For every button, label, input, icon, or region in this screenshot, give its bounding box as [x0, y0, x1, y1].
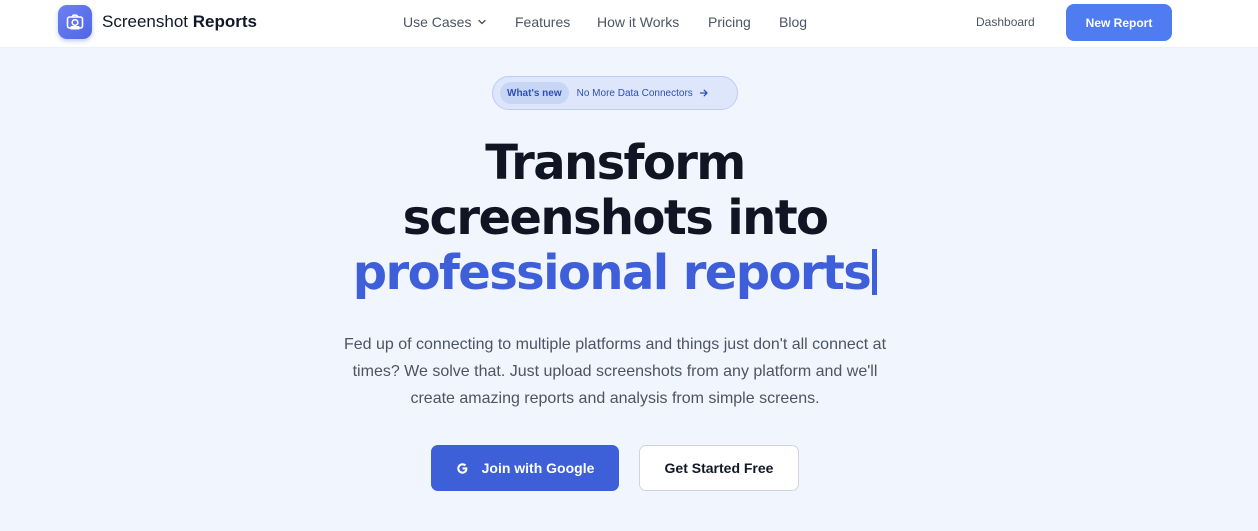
whats-new-badge[interactable]: What's new No More Data Connectors	[492, 76, 738, 110]
chevron-down-icon	[477, 17, 487, 27]
hero-description-line-1: Fed up of connecting to multiple platfor…	[343, 336, 887, 353]
nav-use-cases[interactable]: Use Cases	[403, 14, 487, 30]
typing-cursor	[872, 249, 878, 295]
hero-title: Transform screenshots into professional …	[0, 136, 1230, 301]
hero-title-line-2: screenshots into	[402, 190, 829, 246]
hero-description: Fed up of connecting to multiple platfor…	[320, 331, 910, 412]
nav-pricing[interactable]: Pricing	[708, 14, 751, 30]
dashboard-link[interactable]: Dashboard	[976, 15, 1035, 29]
hero-description-line-2: times? We solve that. Just upload screen…	[352, 363, 878, 380]
nav-features[interactable]: Features	[515, 14, 570, 30]
join-with-google-label: Join with Google	[481, 460, 595, 476]
hero-title-line-3: professional reports	[0, 246, 1230, 301]
nav-use-cases-label: Use Cases	[403, 14, 472, 30]
new-report-button[interactable]: New Report	[1066, 4, 1172, 41]
landing-page: Screenshot Reports Use Cases Features Ho…	[0, 0, 1258, 531]
nav-blog[interactable]: Blog	[779, 14, 807, 30]
brand-name-regular: Screenshot	[102, 12, 188, 31]
top-navigation-bar: Screenshot Reports Use Cases Features Ho…	[0, 0, 1258, 48]
google-g-icon	[456, 462, 469, 475]
join-with-google-button[interactable]: Join with Google	[431, 445, 619, 491]
camera-icon	[58, 5, 92, 39]
brand-name: Screenshot Reports	[102, 12, 257, 32]
get-started-free-button[interactable]: Get Started Free	[639, 445, 799, 491]
hero-title-line-1: Transform	[485, 135, 746, 191]
brand-name-bold: Reports	[192, 12, 257, 31]
arrow-right-icon	[699, 88, 709, 98]
whats-new-tag: What's new	[500, 82, 569, 104]
brand-logo-link[interactable]: Screenshot Reports	[58, 5, 257, 39]
hero-title-highlight: professional reports	[352, 245, 872, 301]
hero-description-line-3: create amazing reports and analysis from…	[410, 390, 820, 407]
nav-how-it-works[interactable]: How it Works	[597, 14, 679, 30]
whats-new-text: No More Data Connectors	[576, 87, 693, 99]
